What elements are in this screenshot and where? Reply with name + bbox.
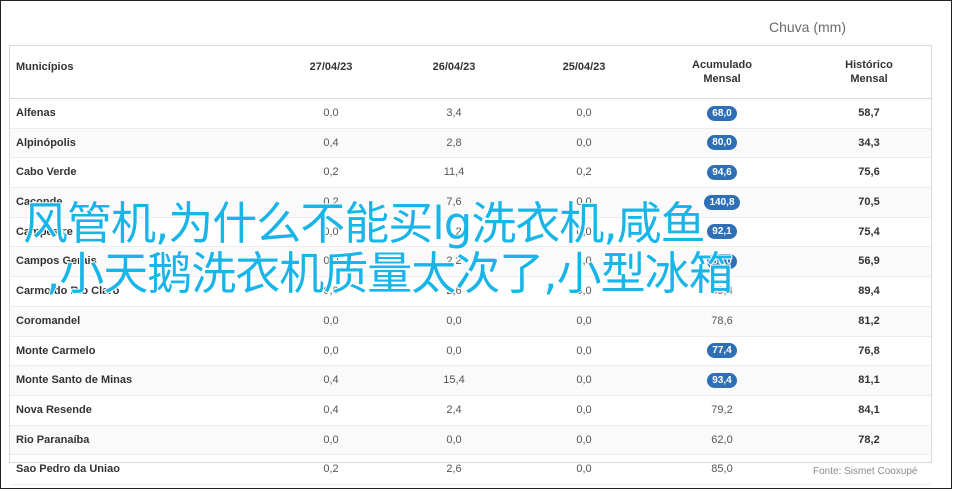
table-row: Cabo Verde 0,2 11,4 0,2 94,6 75,6 bbox=[10, 158, 931, 189]
municipio-name: Monte Santo de Minas bbox=[16, 374, 133, 387]
rain-26-04: 0,0 bbox=[446, 344, 462, 357]
municipio-name: Coromandel bbox=[16, 314, 81, 327]
rain-25-04: 0,0 bbox=[576, 136, 592, 149]
table-row: Monte Carmelo 0,0 0,0 0,0 77,4 76,8 bbox=[10, 337, 931, 367]
acumulado-badge: 77,4 bbox=[707, 343, 737, 359]
historico-mensal: 81,1 bbox=[858, 374, 880, 387]
rain-27-04: 0,4 bbox=[323, 403, 339, 416]
municipio-name: Alpinópolis bbox=[16, 136, 76, 149]
acumulado-value: 85,0 bbox=[711, 463, 733, 476]
municipio-name: Sao Pedro da Uniao bbox=[16, 463, 120, 476]
rain-26-04: 11,4 bbox=[443, 166, 465, 179]
header-date-3: 25/04/23 bbox=[562, 61, 606, 73]
acumulado-badge: 94,6 bbox=[707, 164, 737, 180]
table-row: Nova Resende 0,4 2,4 0,0 79,2 84,1 bbox=[10, 396, 931, 426]
historico-mensal: 89,4 bbox=[858, 285, 880, 298]
header-date-2: 26/04/23 bbox=[432, 61, 476, 73]
acumulado-value: 79,2 bbox=[711, 403, 733, 416]
acumulado-badge: 68,0 bbox=[707, 105, 737, 121]
table-row: Coromandel 0,0 0,0 0,0 78,6 81,2 bbox=[10, 306, 931, 337]
table-row: Sao Pedro da Uniao 0,2 2,6 0,0 85,0 bbox=[10, 455, 931, 485]
historico-mensal: 70,5 bbox=[858, 196, 880, 209]
rain-25-04: 0,0 bbox=[576, 374, 592, 387]
acumulado-mensal: 78,6 bbox=[652, 307, 792, 335]
rain-27-04: 0,0 bbox=[323, 433, 339, 446]
historico-mensal: 78,2 bbox=[858, 433, 880, 446]
acumulado-value: 62,0 bbox=[711, 433, 733, 446]
table-row: Rio Paranaíba 0,0 0,0 0,0 62,0 78,2 bbox=[10, 425, 931, 456]
table-row: Monte Santo de Minas 0,4 15,4 0,0 93,4 81,1 bbox=[10, 366, 931, 396]
municipio-name: Alfenas bbox=[16, 107, 56, 119]
acumulado-mensal: 94,6 bbox=[652, 158, 792, 186]
rain-27-04: 0,4 bbox=[323, 136, 339, 149]
rain-27-04: 0,0 bbox=[323, 107, 339, 119]
rain-25-04: 0,0 bbox=[576, 344, 592, 357]
acumulado-mensal: 93,4 bbox=[652, 366, 792, 394]
rain-25-04: 0,0 bbox=[576, 314, 592, 327]
header-municipios: Municípios bbox=[16, 61, 74, 73]
historico-mensal: 75,6 bbox=[858, 166, 880, 179]
rain-27-04: 0,2 bbox=[323, 463, 339, 476]
acumulado-badge: 80,0 bbox=[707, 135, 737, 151]
rain-26-04: 0,0 bbox=[446, 433, 462, 446]
rain-26-04: 2,6 bbox=[446, 463, 462, 476]
acumulado-mensal: 85,0 bbox=[652, 455, 792, 483]
header-date-1: 27/04/23 bbox=[309, 61, 353, 73]
table-header: Municípios 27/04/23 26/04/23 25/04/23 Ac… bbox=[10, 46, 931, 99]
rain-26-04: 15,4 bbox=[443, 374, 465, 387]
municipio-name: Rio Paranaíba bbox=[16, 433, 90, 446]
rain-26-04: 0,0 bbox=[446, 314, 462, 327]
table-row: Alpinópolis 0,4 2,8 0,0 80,0 34,3 bbox=[10, 128, 931, 159]
rain-26-04: 3,4 bbox=[446, 107, 462, 119]
overlay-text-line-1: 风管机,为什么不能买lg洗衣机,咸鱼 bbox=[22, 197, 707, 250]
historico-mensal: 81,2 bbox=[858, 314, 880, 327]
municipio-name: Monte Carmelo bbox=[16, 344, 96, 357]
table-row: Alfenas 0,0 3,4 0,0 68,0 58,7 bbox=[10, 99, 931, 129]
acumulado-mensal: 77,4 bbox=[652, 337, 792, 365]
rain-27-04: 0,4 bbox=[323, 374, 339, 387]
acumulado-badge: 140,8 bbox=[704, 194, 740, 210]
rain-27-04: 0,0 bbox=[323, 344, 339, 357]
historico-mensal: 84,1 bbox=[858, 403, 880, 416]
historico-mensal: 76,8 bbox=[858, 344, 880, 357]
rain-25-04: 0,0 bbox=[576, 433, 592, 446]
rain-26-04: 2,4 bbox=[446, 403, 462, 416]
historico-mensal: 34,3 bbox=[858, 136, 880, 149]
historico-mensal: 56,9 bbox=[858, 255, 880, 268]
historico-mensal: 58,7 bbox=[858, 107, 880, 119]
rain-25-04: 0,2 bbox=[576, 166, 592, 179]
header-acumulado: Acumulado Mensal bbox=[692, 59, 752, 85]
acumulado-value: 78,6 bbox=[711, 314, 733, 327]
rain-25-04: 0,0 bbox=[576, 107, 592, 119]
header-historico: Histórico Mensal bbox=[845, 59, 893, 85]
unit-label: Chuva (mm) bbox=[769, 19, 847, 35]
municipio-name: Nova Resende bbox=[16, 403, 92, 416]
acumulado-mensal: 79,2 bbox=[652, 396, 792, 424]
acumulado-badge: 92,1 bbox=[707, 224, 737, 240]
municipio-name: Cabo Verde bbox=[16, 166, 77, 179]
acumulado-badge: 93,4 bbox=[707, 372, 737, 388]
rain-26-04: 2,8 bbox=[446, 136, 462, 149]
source-note: Fonte: Sismet Cooxupé bbox=[813, 466, 918, 477]
acumulado-mensal: 80,0 bbox=[652, 129, 792, 157]
rain-27-04: 0,2 bbox=[323, 166, 339, 179]
overlay-text-line-2: ,小天鹅洗衣机质量太次了,小型冰箱 bbox=[45, 247, 735, 300]
rain-25-04: 0,0 bbox=[576, 463, 592, 476]
image-frame: Chuva (mm) Municípios 27/04/23 26/04/23 … bbox=[0, 0, 952, 489]
rain-27-04: 0,0 bbox=[323, 314, 339, 327]
acumulado-mensal: 62,0 bbox=[652, 426, 792, 454]
rain-25-04: 0,0 bbox=[576, 403, 592, 416]
historico-mensal: 75,4 bbox=[858, 225, 880, 238]
acumulado-mensal: 68,0 bbox=[652, 99, 792, 127]
